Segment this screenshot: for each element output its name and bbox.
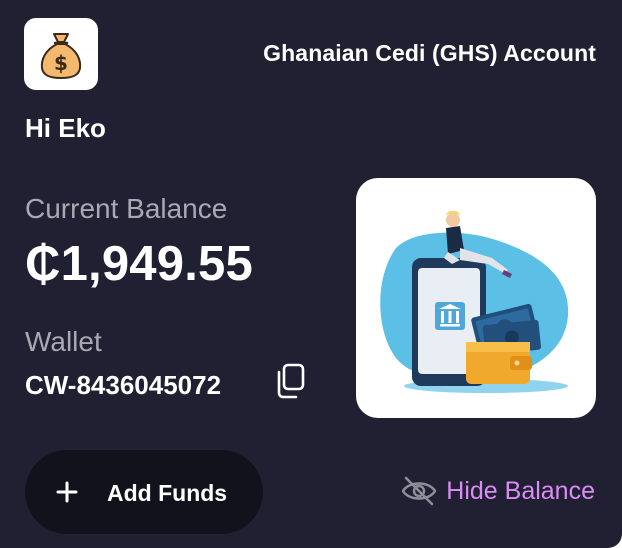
copy-icon[interactable] [274, 362, 308, 400]
balance-amount: ₵1,949.55 [25, 237, 253, 291]
account-title: Ghanaian Cedi (GHS) Account [263, 40, 596, 66]
plus-icon [56, 481, 78, 503]
add-funds-button[interactable]: Add Funds [25, 450, 263, 534]
wallet-id: CW-8436045072 [25, 370, 222, 400]
wallet-label: Wallet [25, 326, 102, 357]
eye-off-icon [402, 476, 437, 506]
hide-balance-label: Hide Balance [446, 476, 595, 505]
greeting: Hi Eko [25, 113, 106, 143]
logo-tile: $ [24, 18, 98, 90]
hide-balance-toggle[interactable]: Hide Balance [400, 474, 595, 508]
svg-text:$: $ [54, 51, 68, 75]
money-bag-icon: $ [40, 33, 82, 79]
wallet-illustration [356, 178, 596, 418]
add-funds-label: Add Funds [107, 480, 228, 506]
balance-label: Current Balance [25, 193, 228, 224]
account-card: $ Ghanaian Cedi (GHS) Account Hi Eko Cur… [0, 0, 622, 548]
